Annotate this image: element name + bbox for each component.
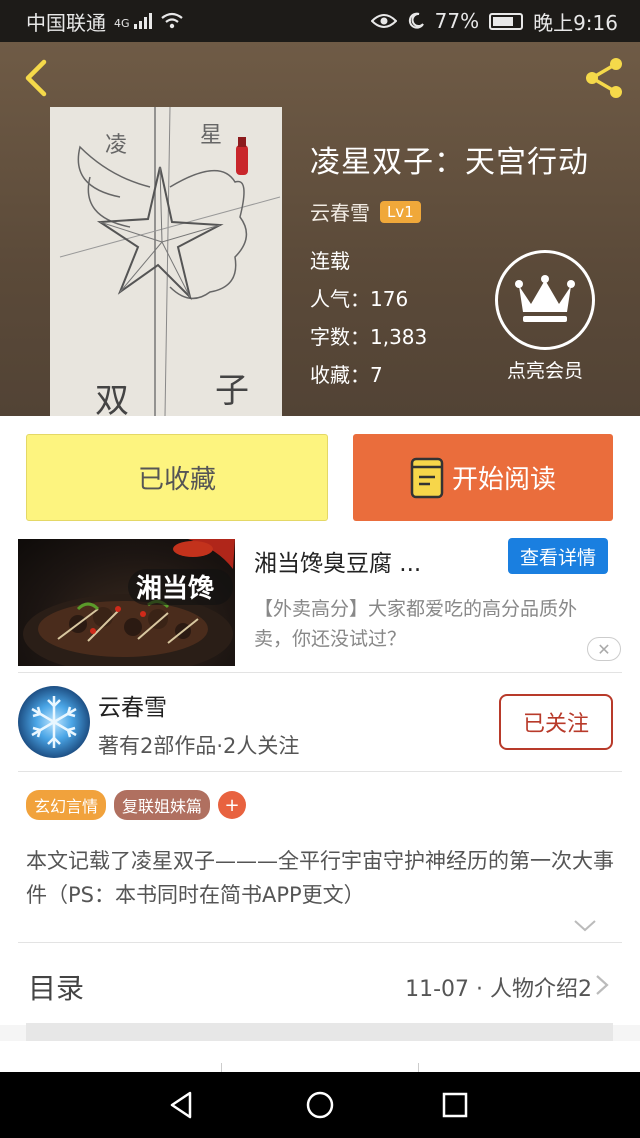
tab-separator (221, 1063, 222, 1072)
cover-sketch: 凌 星 双 子 (50, 107, 282, 416)
ad-image-text: 湘当馋 (136, 574, 214, 604)
section-gap (26, 1023, 613, 1041)
divider (18, 672, 622, 673)
eye-icon (370, 14, 397, 28)
nav-recent-apps-icon[interactable] (441, 1091, 469, 1119)
ad-banner[interactable]: 湘当馋 湘当馋臭豆腐 ... 查看详情 【外卖高分】大家都爱吃的高分品质外卖，你… (0, 536, 640, 672)
chevron-right-icon[interactable] (594, 973, 610, 997)
author-card-summary: 著有2部作品·2人关注 (98, 734, 300, 758)
bottom-tabs (0, 1041, 640, 1072)
book-cover[interactable]: 凌 星 双 子 (50, 107, 282, 416)
chevron-down-icon[interactable] (572, 918, 598, 934)
book-intro: 本文记载了凌星双子———全平行宇宙守护神经历的第一次大事件（PS：本书同时在简书… (26, 849, 614, 907)
tag-item[interactable]: 玄幻言情 (26, 790, 107, 820)
level-badge: Lv1 (380, 200, 421, 223)
word-count: 字数：1,383 (310, 325, 428, 349)
serial-status: 连载 (310, 249, 350, 273)
avatar[interactable] (18, 686, 90, 758)
favorited-button[interactable]: 已收藏 (26, 434, 328, 521)
favorites-count: 收藏：7 (310, 363, 383, 387)
book-header: 凌 星 双 子 凌星双子：天宫行动 云春雪 Lv1 连载 人气：176 字数：1… (0, 42, 640, 416)
moon-icon (408, 12, 424, 29)
cover-char-bottom-left: 双 (95, 381, 129, 416)
wifi-icon (160, 12, 183, 29)
share-icon[interactable] (580, 54, 628, 102)
author-line: 云春雪 Lv1 (310, 197, 421, 226)
ad-description: 【外卖高分】大家都爱吃的高分品质外卖，你还没试过？ (254, 598, 578, 650)
battery-percent: 77% (434, 9, 480, 33)
follow-button[interactable]: 已关注 (499, 694, 613, 750)
table-of-contents-row[interactable]: 目录 11-07 · 人物介绍2 (0, 943, 640, 1025)
crown-icon (495, 250, 595, 350)
cover-char-top-left: 凌 (105, 133, 127, 158)
ad-title[interactable]: 湘当馋臭豆腐 ... (254, 544, 421, 578)
popularity: 人气：176 (310, 287, 409, 311)
start-reading-label: 开始阅读 (451, 465, 556, 495)
book-icon (410, 457, 444, 498)
action-bar: 已收藏 开始阅读 (0, 416, 640, 536)
tag-item[interactable]: 复联姐妹篇 (114, 790, 211, 820)
start-reading-button[interactable]: 开始阅读 (353, 434, 613, 521)
cover-char-top-right: 星 (200, 123, 222, 148)
clock: 晚上9:16 (533, 10, 618, 35)
vip-label: 点亮会员 (506, 360, 583, 382)
intro-section: 玄幻言情 复联姐妹篇 + 本文记载了凌星双子———全平行宇宙守护神经历的第一次大… (0, 772, 640, 943)
book-meta: 连载 人气：176 字数：1,383 收藏：7 (310, 242, 427, 394)
tab-separator (418, 1063, 419, 1072)
carrier-name: 中国联通 (26, 10, 106, 35)
ad-details-button[interactable]: 查看详情 (508, 538, 608, 574)
nav-home-icon[interactable] (305, 1089, 335, 1121)
book-title: 凌星双子：天宫行动 (310, 145, 589, 180)
tag-list: 玄幻言情 复联姐妹篇 + (26, 790, 247, 820)
ad-image[interactable]: 湘当馋 (18, 539, 235, 666)
add-tag-button[interactable]: + (218, 791, 247, 819)
author-card-name[interactable]: 云春雪 (98, 688, 167, 722)
toc-label: 目录 (28, 972, 85, 1005)
status-bar: 中国联通 4G 77% 晚上9:16 (0, 0, 640, 42)
network-type: 4G (114, 16, 130, 30)
author-card[interactable]: 云春雪 著有2部作品·2人关注 已关注 (0, 672, 640, 772)
signal-icon (133, 13, 152, 29)
author-name[interactable]: 云春雪 (310, 197, 370, 226)
back-arrow-icon[interactable] (18, 56, 54, 100)
system-nav-bar (0, 1072, 640, 1138)
cover-char-bottom-right: 子 (215, 371, 249, 411)
vip-button[interactable]: 点亮会员 (490, 250, 600, 383)
latest-chapter[interactable]: 11-07 · 人物介绍2 (405, 971, 592, 1003)
close-icon[interactable]: ✕ (587, 637, 621, 661)
nav-back-icon[interactable] (166, 1089, 196, 1121)
battery-icon (489, 12, 524, 30)
